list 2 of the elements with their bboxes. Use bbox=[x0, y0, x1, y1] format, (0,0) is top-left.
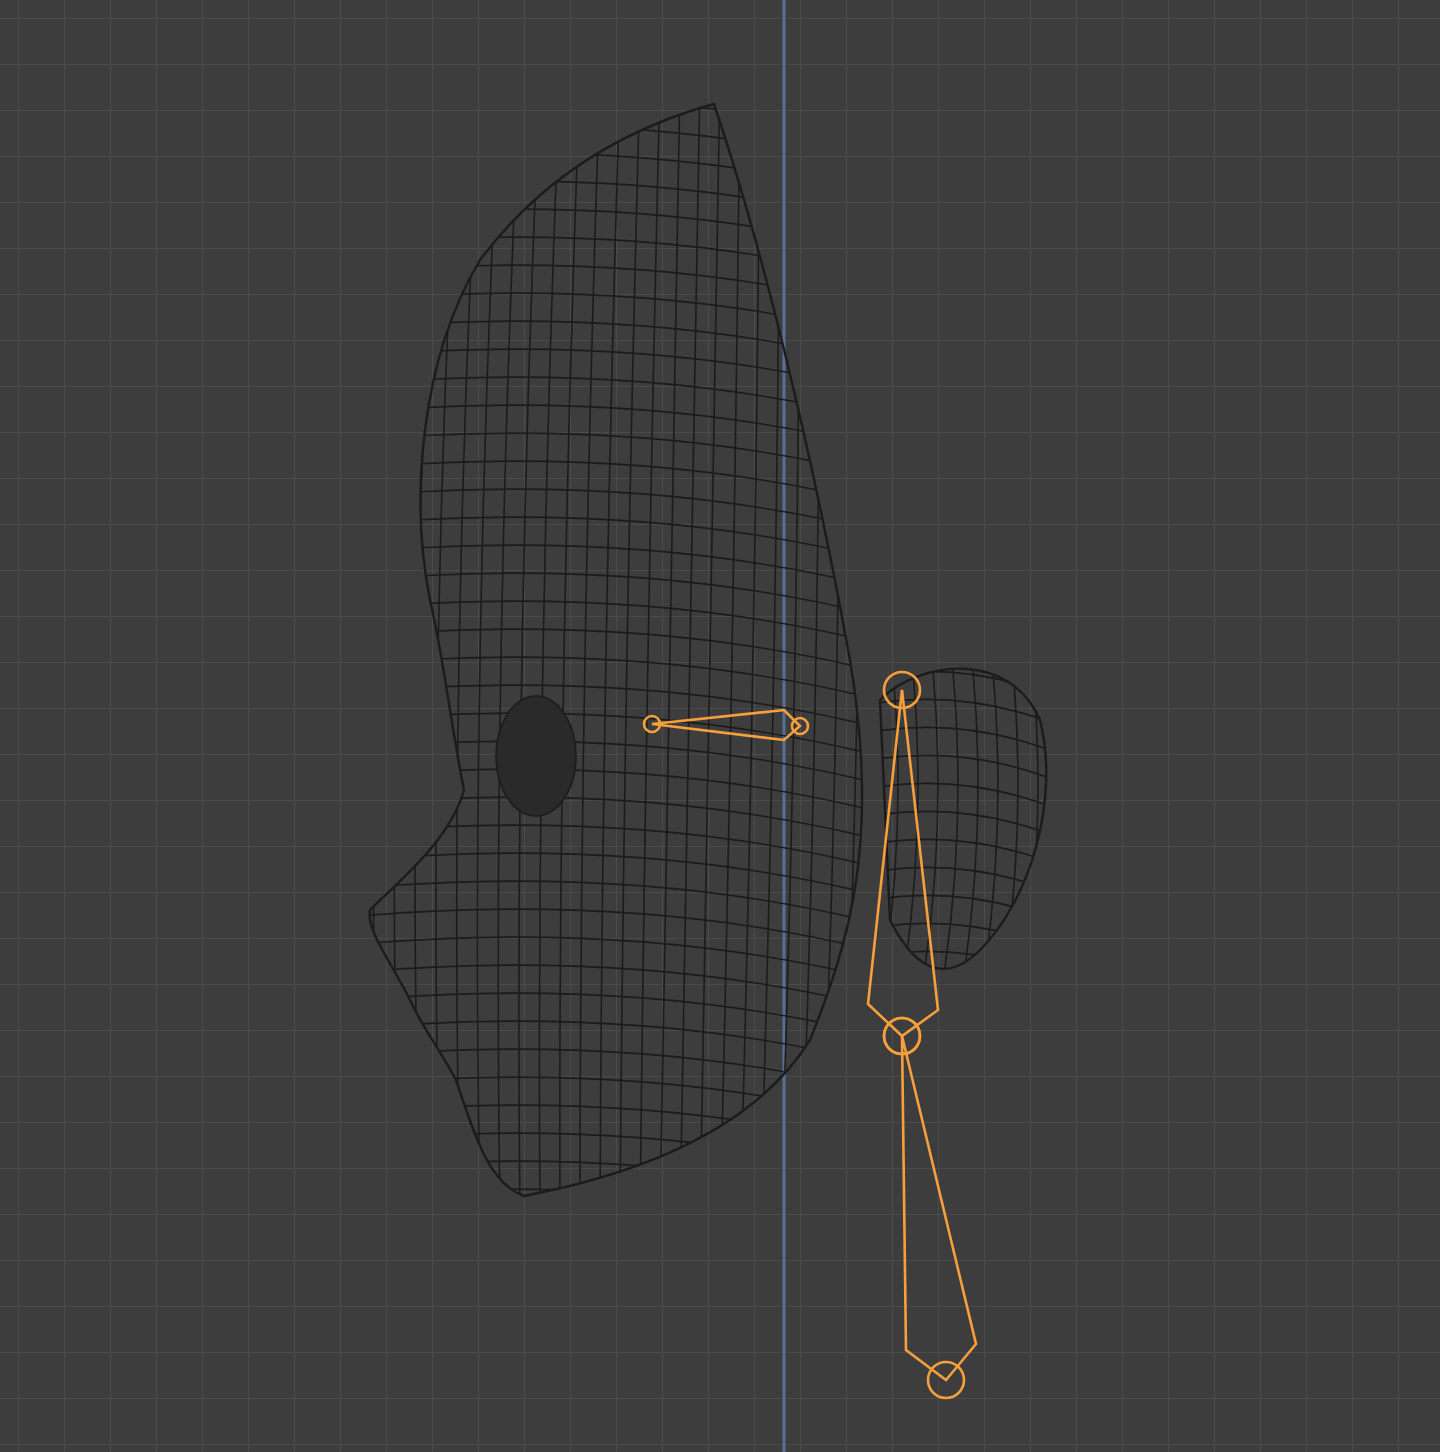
bone-drawing[interactable] bbox=[642, 708, 810, 742]
bone-drawing[interactable] bbox=[882, 1016, 978, 1400]
